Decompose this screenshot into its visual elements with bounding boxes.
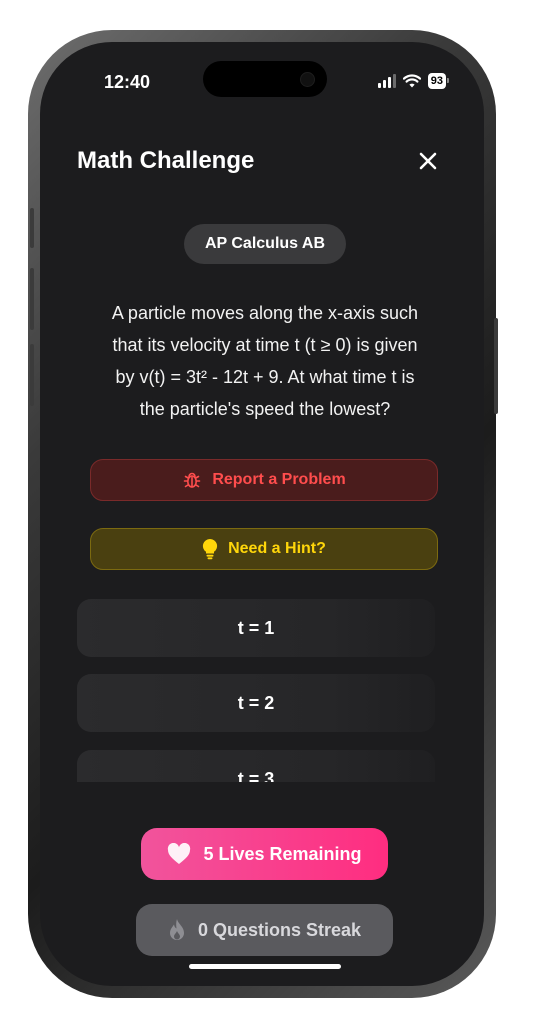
home-indicator[interactable] bbox=[189, 964, 341, 969]
wifi-icon bbox=[402, 74, 421, 88]
page-title: Math Challenge bbox=[77, 147, 255, 174]
battery-indicator: 93 bbox=[427, 73, 450, 89]
answer-list[interactable]: t = 1 t = 2 t = 3 bbox=[77, 599, 435, 782]
heart-icon bbox=[168, 843, 191, 864]
answer-option[interactable]: t = 3 bbox=[77, 750, 435, 782]
question-text: A particle moves along the x-axis such t… bbox=[80, 297, 450, 425]
hint-label: Need a Hint? bbox=[228, 540, 326, 557]
streak-button[interactable]: 0 Questions Streak bbox=[136, 904, 393, 956]
question-line: A particle moves along the x-axis such bbox=[111, 303, 419, 323]
answer-option-label: t = 3 bbox=[237, 768, 275, 783]
question-line: that its velocity at time t (t ≥ 0) is g… bbox=[112, 335, 418, 355]
status-time: 12:40 bbox=[104, 72, 151, 92]
volume-down-button bbox=[30, 344, 34, 406]
question-line: by v(t) = 3t² - 12t + 9. At what time t … bbox=[115, 367, 415, 387]
power-button bbox=[494, 318, 498, 414]
bug-icon bbox=[184, 472, 201, 488]
answer-option[interactable]: t = 1 bbox=[77, 599, 435, 657]
dynamic-island bbox=[203, 61, 327, 97]
answer-option[interactable]: t = 2 bbox=[77, 674, 435, 732]
answer-option-label: t = 2 bbox=[237, 692, 275, 713]
lightbulb-icon bbox=[203, 538, 218, 560]
question-line: the particle's speed the lowest? bbox=[139, 399, 391, 419]
subject-badge: AP Calculus AB bbox=[184, 224, 346, 264]
camera-icon bbox=[300, 72, 315, 87]
status-indicators: 93 bbox=[377, 73, 450, 89]
action-button bbox=[30, 208, 34, 248]
lives-remaining-button[interactable]: 5 Lives Remaining bbox=[141, 828, 388, 880]
report-problem-label: Report a Problem bbox=[212, 471, 346, 488]
flame-icon bbox=[169, 919, 184, 940]
volume-up-button bbox=[30, 268, 34, 330]
app-screen: 12:40 93 Math Challenge AP Calculus AB A… bbox=[40, 42, 484, 986]
report-problem-button[interactable]: Report a Problem bbox=[90, 459, 438, 501]
close-icon[interactable] bbox=[416, 149, 440, 173]
answer-option-label: t = 1 bbox=[237, 617, 275, 638]
lives-remaining-label: 5 Lives Remaining bbox=[203, 843, 362, 864]
streak-label: 0 Questions Streak bbox=[197, 919, 362, 940]
cellular-signal-icon bbox=[377, 74, 396, 88]
hint-button[interactable]: Need a Hint? bbox=[90, 528, 438, 570]
